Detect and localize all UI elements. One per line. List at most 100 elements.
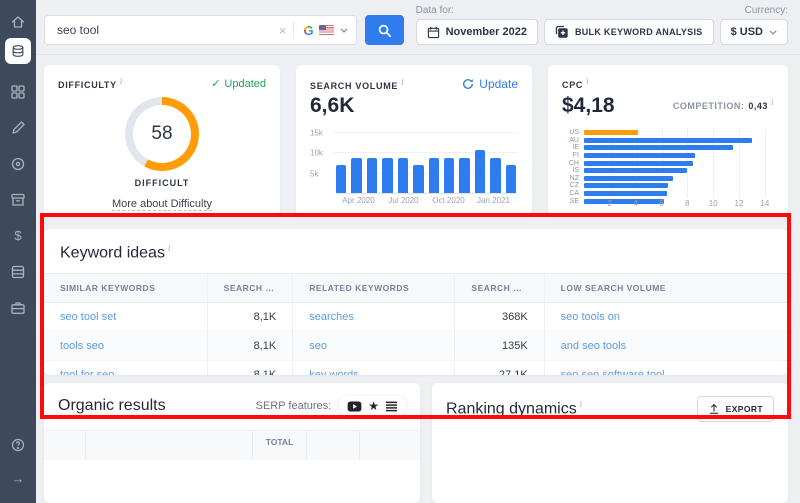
header-related-keywords[interactable]: RELATED KEYWORDS [293,274,455,302]
grid-icon [10,84,26,100]
currency-group: Currency: $ USD [720,5,788,45]
volume-bar [490,158,500,193]
search-input[interactable] [57,23,272,37]
total-column-header: TOTAL [253,431,307,460]
cpc-title: CPCi [562,77,589,90]
cpc-card: CPCi $4,18 COMPETITION:0,43i USAUIEFICHI… [548,65,788,215]
sidebar-item-editor[interactable] [0,116,36,140]
keyword-link[interactable]: key words [309,369,359,375]
keyword-ideas-card: Keyword ideasi SIMILAR KEYWORDS SEARCH V… [44,229,788,375]
target-icon [10,156,26,172]
keyword-volume: 8,1K [208,303,294,332]
keyword-link[interactable]: seo tools on [561,311,620,323]
volume-bar [336,165,346,194]
keyword-link[interactable]: tool for seo [60,369,114,375]
sidebar-item-pricing[interactable]: $ [0,224,36,248]
clear-search-icon[interactable]: × [272,23,294,38]
serp-features-label: SERP features: [256,400,332,412]
bottom-cards-row: Organic results SERP features: ★ TOTAL [44,383,788,503]
sidebar-item-keyword-research[interactable] [5,38,31,64]
cpc-country-row: IS [562,167,770,175]
volume-bar [475,150,485,193]
currency-chevron-down-icon [769,30,777,35]
sidebar-item-help[interactable] [0,433,36,457]
sidebar-item-target[interactable] [0,152,36,176]
volume-bar [459,158,469,193]
keyword-research-icon [11,44,25,58]
check-icon: ✓ [211,77,220,90]
us-flag-icon [319,25,334,36]
help-icon [10,437,26,453]
calendar-icon [427,26,440,39]
keyword-link[interactable]: tools seo [60,340,104,352]
keyword-table-body: seo tool set 8,1K searches 368K seo tool… [44,303,788,375]
header-low-search-volume[interactable]: LOW SEARCH VOLUME [545,274,788,302]
keyword-volume: 27,1K [455,361,544,375]
ranking-dynamics-card: Ranking dynamicsi EXPORT [432,383,788,503]
info-icon[interactable]: i [580,400,583,409]
sidebar-item-home[interactable] [0,10,36,34]
keyword-link[interactable]: searches [309,311,354,323]
sidebar-nav-group: $ [0,80,36,320]
serp-features-pill: ★ [339,396,406,416]
data-for-label: Data for: [416,5,538,16]
competition-stat: COMPETITION:0,43i [673,98,774,111]
currency-select[interactable]: $ USD [720,19,788,45]
export-button[interactable]: EXPORT [697,396,774,422]
cpc-bar [584,138,752,143]
keyword-volume: 8,1K [208,332,294,361]
bulk-add-icon [555,25,569,39]
sidebar-item-archive[interactable] [0,188,36,212]
cpc-bar [584,153,695,158]
cpc-bar [584,130,638,135]
search-button[interactable] [365,15,404,45]
keyword-link[interactable]: seo tool set [60,311,116,323]
keyword-volume: 368K [455,303,544,332]
info-icon[interactable]: i [401,78,404,87]
keyword-link[interactable]: seo seo software tool [561,369,665,375]
keyword-volume: 135K [455,332,544,361]
cpc-bar [584,191,667,196]
header-similar-keywords[interactable]: SIMILAR KEYWORDS [44,274,208,302]
cpc-country-row: CA [562,190,770,198]
difficulty-level-label: DIFFICULT [58,178,266,188]
difficulty-title: DIFFICULTYi [58,77,123,90]
search-bar: × G [44,15,357,45]
star-icon[interactable]: ★ [368,400,379,412]
date-picker-button[interactable]: November 2022 [416,19,538,45]
sidebar: $ → [0,0,36,503]
volume-bar [367,158,377,193]
sidebar-item-portfolio[interactable] [0,296,36,320]
info-icon[interactable]: i [168,244,171,253]
keyword-link[interactable]: seo [309,340,327,352]
info-icon[interactable]: i [120,77,123,86]
cpc-country-row: IE [562,144,770,152]
keyword-link[interactable]: and seo tools [561,340,626,352]
cpc-country-row: CH [562,159,770,167]
search-volume-bars [336,131,516,194]
search-volume-title: SEARCH VOLUMEi [310,78,404,91]
header-search-vol-2[interactable]: SEARCH VOL. [455,274,544,302]
search-volume-card: SEARCH VOLUMEi Update 6,6K 5k10k15k Apr … [296,65,532,215]
bulk-keyword-analysis-button[interactable]: BULK KEYWORD ANALYSIS [544,19,714,45]
sidebar-item-dashboard[interactable] [0,80,36,104]
topbar: × G Data for: November 2022 [36,0,800,55]
list-icon[interactable] [385,401,398,412]
sidebar-item-database[interactable] [0,260,36,284]
video-icon[interactable] [347,401,362,412]
header-search-vol-1[interactable]: SEARCH VOL. [208,274,294,302]
currency-label: Currency: [745,5,788,16]
cpc-bars: USAUIEFICHISNZCZCASE [562,129,774,205]
cpc-bar [584,168,687,173]
update-link[interactable]: Update [462,77,518,91]
info-icon[interactable]: i [771,98,774,107]
sidebar-item-exit[interactable]: → [0,467,36,491]
info-icon[interactable]: i [586,77,589,86]
sidebar-bottom-group: → [0,433,36,491]
magnifier-icon [377,23,392,38]
region-chevron-down-icon[interactable] [340,28,348,33]
more-about-difficulty-link[interactable]: More about Difficulty [112,198,212,211]
cpc-bar [584,145,733,150]
search-volume-value: 6,6K [310,94,518,118]
table-row: seo tool set 8,1K searches 368K seo tool… [44,303,788,332]
